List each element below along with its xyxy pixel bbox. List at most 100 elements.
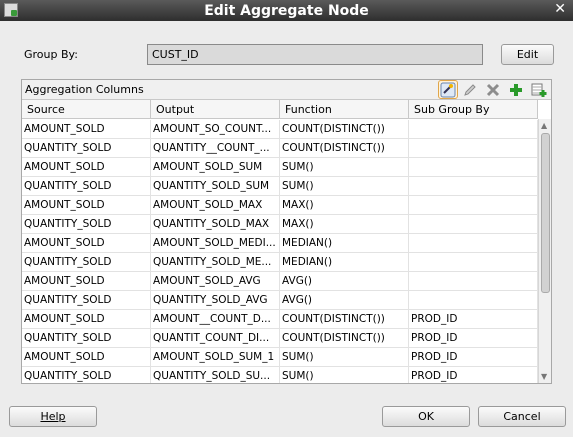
table-row[interactable]: QUANTITY_SOLD QUANTITY_SOLD_MAX MAX() bbox=[22, 215, 538, 234]
vertical-scrollbar[interactable]: ▲ ▼ bbox=[538, 119, 551, 383]
title-bar: Edit Aggregate Node ✕ bbox=[0, 0, 573, 21]
sub-group-by-cell bbox=[409, 253, 538, 272]
output-cell: QUANTITY_SOLD_AVG bbox=[151, 291, 280, 310]
table-row[interactable]: AMOUNT_SOLD AMOUNT_SOLD_MEDI... MEDIAN() bbox=[22, 234, 538, 253]
edit-aggregate-dialog: Edit Aggregate Node ✕ Group By: CUST_ID … bbox=[0, 0, 573, 437]
ok-button[interactable]: OK bbox=[382, 406, 470, 427]
table-row[interactable]: AMOUNT_SOLD AMOUNT_SO_COUNT... COUNT(DIS… bbox=[22, 120, 538, 139]
source-cell: QUANTITY_SOLD bbox=[22, 253, 151, 272]
cancel-button[interactable]: Cancel bbox=[478, 406, 566, 427]
window-title: Edit Aggregate Node bbox=[204, 2, 369, 19]
column-header-output[interactable]: Output bbox=[151, 100, 280, 119]
close-icon[interactable]: ✕ bbox=[554, 1, 566, 17]
source-cell: AMOUNT_SOLD bbox=[22, 310, 151, 329]
scroll-thumb[interactable] bbox=[541, 133, 550, 293]
output-cell: QUANTITY_SOLD_MAX bbox=[151, 215, 280, 234]
aggregation-columns-panel: Aggregation Columns Source Output Functi… bbox=[21, 79, 552, 384]
output-cell: AMOUNT_SO_COUNT... bbox=[151, 120, 280, 139]
source-cell: AMOUNT_SOLD bbox=[22, 272, 151, 291]
source-cell: AMOUNT_SOLD bbox=[22, 120, 151, 139]
sub-group-by-cell: PROD_ID bbox=[409, 329, 538, 348]
sub-group-by-cell bbox=[409, 158, 538, 177]
source-cell: QUANTITY_SOLD bbox=[22, 139, 151, 158]
function-cell: COUNT(DISTINCT()) bbox=[280, 120, 409, 139]
column-header-source[interactable]: Source bbox=[22, 100, 151, 119]
function-cell: AVG() bbox=[280, 272, 409, 291]
add-table-icon[interactable] bbox=[529, 80, 549, 99]
help-button-label: Help bbox=[40, 410, 66, 423]
source-cell: AMOUNT_SOLD bbox=[22, 158, 151, 177]
sub-group-by-cell bbox=[409, 291, 538, 310]
output-cell: AMOUNT_SOLD_MEDI... bbox=[151, 234, 280, 253]
output-cell: AMOUNT_SOLD_SUM_1 bbox=[151, 348, 280, 367]
ok-button-label: OK bbox=[418, 410, 434, 423]
sub-group-by-cell bbox=[409, 177, 538, 196]
function-cell: MEDIAN() bbox=[280, 253, 409, 272]
source-cell: QUANTITY_SOLD bbox=[22, 367, 151, 383]
function-cell: COUNT(DISTINCT()) bbox=[280, 329, 409, 348]
output-cell: QUANTITY__COUNT_... bbox=[151, 139, 280, 158]
output-cell: AMOUNT__COUNT_D... bbox=[151, 310, 280, 329]
sub-group-by-cell bbox=[409, 120, 538, 139]
sub-group-by-cell: PROD_ID bbox=[409, 367, 538, 383]
sub-group-by-cell: PROD_ID bbox=[409, 310, 538, 329]
function-cell: AVG() bbox=[280, 291, 409, 310]
output-cell: QUANTITY_SOLD_ME... bbox=[151, 253, 280, 272]
sub-group-by-cell bbox=[409, 196, 538, 215]
function-cell: SUM() bbox=[280, 158, 409, 177]
source-cell: QUANTITY_SOLD bbox=[22, 291, 151, 310]
add-icon[interactable] bbox=[506, 80, 526, 99]
help-button[interactable]: Help bbox=[9, 406, 97, 427]
sub-group-by-cell bbox=[409, 234, 538, 253]
cancel-button-label: Cancel bbox=[503, 410, 541, 423]
function-cell: MEDIAN() bbox=[280, 234, 409, 253]
table-row[interactable]: QUANTITY_SOLD QUANTITY_SOLD_SUM SUM() bbox=[22, 177, 538, 196]
group-by-label: Group By: bbox=[24, 48, 78, 61]
sub-group-by-cell bbox=[409, 215, 538, 234]
source-cell: QUANTITY_SOLD bbox=[22, 329, 151, 348]
output-cell: QUANTITY_SOLD_SUM bbox=[151, 177, 280, 196]
sub-group-by-cell bbox=[409, 139, 538, 158]
table-row[interactable]: QUANTITY_SOLD QUANTITY_SOLD_SU... SUM() … bbox=[22, 367, 538, 383]
table-row[interactable]: AMOUNT_SOLD AMOUNT_SOLD_SUM_1 SUM() PROD… bbox=[22, 348, 538, 367]
table-row[interactable]: AMOUNT_SOLD AMOUNT__COUNT_D... COUNT(DIS… bbox=[22, 310, 538, 329]
table-row[interactable]: QUANTITY_SOLD QUANTITY_SOLD_AVG AVG() bbox=[22, 291, 538, 310]
group-by-field[interactable]: CUST_ID bbox=[147, 44, 483, 65]
output-cell: QUANTIT_COUNT_DI... bbox=[151, 329, 280, 348]
function-cell: SUM() bbox=[280, 177, 409, 196]
function-cell: SUM() bbox=[280, 348, 409, 367]
app-icon bbox=[4, 3, 18, 17]
sub-group-by-cell: PROD_ID bbox=[409, 348, 538, 367]
scroll-down-icon[interactable]: ▼ bbox=[541, 373, 547, 381]
function-cell: SUM() bbox=[280, 367, 409, 383]
pencil-icon[interactable] bbox=[460, 80, 480, 99]
source-cell: AMOUNT_SOLD bbox=[22, 234, 151, 253]
function-cell: MAX() bbox=[280, 215, 409, 234]
source-cell: QUANTITY_SOLD bbox=[22, 177, 151, 196]
wizard-icon[interactable] bbox=[438, 80, 458, 99]
table-row[interactable]: QUANTITY_SOLD QUANTIT_COUNT_DI... COUNT(… bbox=[22, 329, 538, 348]
table-row[interactable]: AMOUNT_SOLD AMOUNT_SOLD_MAX MAX() bbox=[22, 196, 538, 215]
table-row[interactable]: QUANTITY_SOLD QUANTITY_SOLD_ME... MEDIAN… bbox=[22, 253, 538, 272]
panel-header: Aggregation Columns bbox=[22, 80, 551, 100]
column-header-function[interactable]: Function bbox=[280, 100, 409, 119]
scroll-up-icon[interactable]: ▲ bbox=[541, 122, 547, 130]
edit-button[interactable]: Edit bbox=[501, 44, 554, 65]
output-cell: AMOUNT_SOLD_SUM bbox=[151, 158, 280, 177]
output-cell: AMOUNT_SOLD_AVG bbox=[151, 272, 280, 291]
source-cell: QUANTITY_SOLD bbox=[22, 215, 151, 234]
sub-group-by-cell bbox=[409, 272, 538, 291]
output-cell: AMOUNT_SOLD_MAX bbox=[151, 196, 280, 215]
column-header-sub-group-by[interactable]: Sub Group By bbox=[409, 100, 538, 119]
table-row[interactable]: AMOUNT_SOLD AMOUNT_SOLD_AVG AVG() bbox=[22, 272, 538, 291]
function-cell: COUNT(DISTINCT()) bbox=[280, 139, 409, 158]
source-cell: AMOUNT_SOLD bbox=[22, 196, 151, 215]
edit-button-label: Edit bbox=[516, 48, 539, 61]
source-cell: AMOUNT_SOLD bbox=[22, 348, 151, 367]
table-row[interactable]: QUANTITY_SOLD QUANTITY__COUNT_... COUNT(… bbox=[22, 139, 538, 158]
function-cell: MAX() bbox=[280, 196, 409, 215]
table-row[interactable]: AMOUNT_SOLD AMOUNT_SOLD_SUM SUM() bbox=[22, 158, 538, 177]
delete-icon[interactable] bbox=[483, 80, 503, 99]
output-cell: QUANTITY_SOLD_SU... bbox=[151, 367, 280, 383]
function-cell: COUNT(DISTINCT()) bbox=[280, 310, 409, 329]
